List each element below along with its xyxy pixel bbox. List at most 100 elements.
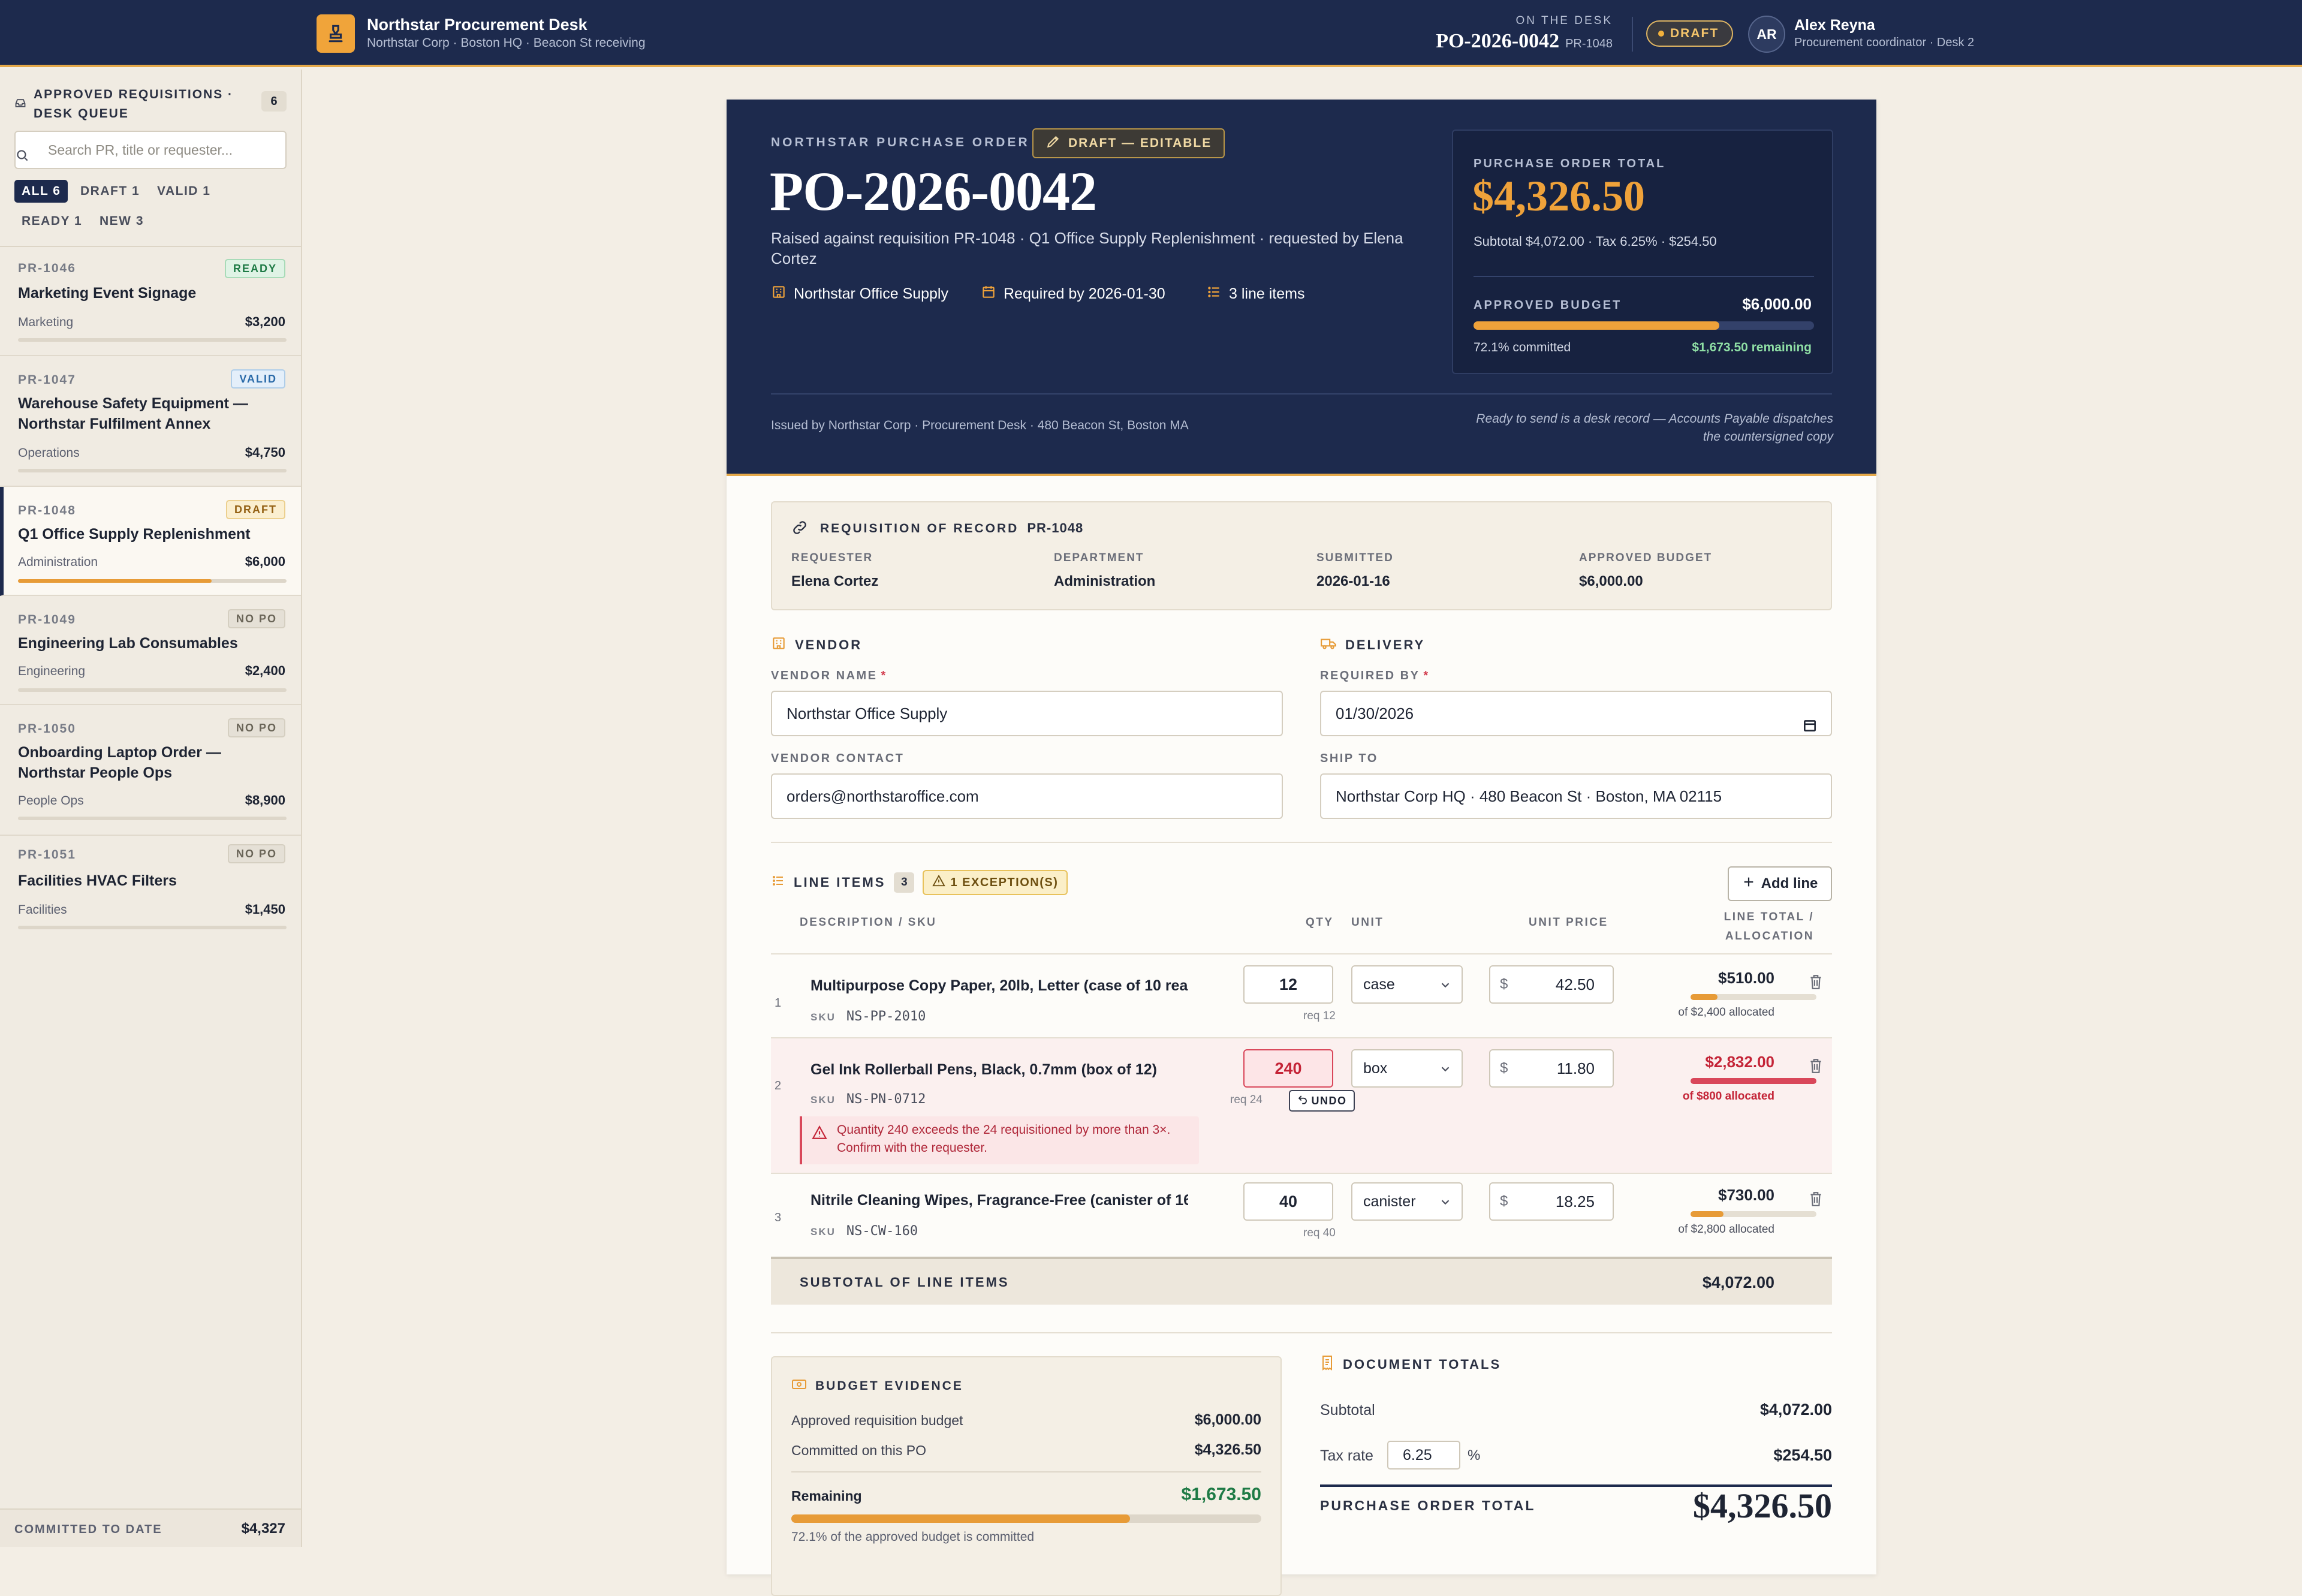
submitted-label: SUBMITTED	[1316, 552, 1394, 564]
queue-item-amount: $4,750	[245, 445, 285, 460]
unit-select[interactable]: canister	[1351, 1182, 1463, 1221]
sku-value: NS-PP-2010	[846, 1009, 926, 1024]
search-box[interactable]	[14, 131, 287, 169]
ship-to-input[interactable]	[1320, 773, 1832, 819]
vendor-name-input[interactable]	[771, 691, 1283, 736]
unit-select[interactable]: case	[1351, 965, 1463, 1004]
building-icon	[771, 636, 787, 655]
queue-item-id: PR-1050	[18, 722, 76, 736]
currency-symbol: $	[1500, 1193, 1508, 1209]
vendor-name-label-text: VENDOR NAME	[771, 669, 878, 682]
exceptions-text: 1 EXCEPTION(S)	[950, 875, 1059, 889]
dt-total-value: $4,326.50	[1693, 1486, 1832, 1525]
row-number: 3	[775, 1211, 782, 1224]
queue-item-amount: $1,450	[245, 902, 285, 917]
unit-price-input[interactable]: $11.80	[1489, 1049, 1614, 1088]
allocation-text: of $2,800 allocated	[1678, 1223, 1774, 1236]
requisition-of-record: REQUISITION OF RECORD PR-1048 REQUESTER E…	[771, 501, 1832, 610]
search-input[interactable]	[47, 138, 275, 162]
vendor-contact-label: VENDOR CONTACT	[771, 752, 905, 765]
chevron-down-icon	[1439, 1184, 1452, 1219]
subtotal-row: SUBTOTAL OF LINE ITEMS $4,072.00	[771, 1257, 1832, 1305]
committed-text: 72.1% committed	[1474, 341, 1571, 354]
divider	[771, 393, 1832, 395]
queue-item-amount: $6,000	[245, 554, 285, 569]
queue-item-id: PR-1046	[18, 261, 76, 275]
filter-valid[interactable]: VALID 1	[150, 180, 218, 203]
unit-value: box	[1363, 1060, 1388, 1077]
queue-item-pr-1046[interactable]: PR-1046 READY Marketing Event Signage Ma…	[0, 247, 301, 356]
queue-item-id: PR-1047	[18, 373, 76, 387]
pencil-icon	[1045, 134, 1061, 153]
unit-price-input[interactable]: $42.50	[1489, 965, 1614, 1004]
trash-icon[interactable]	[1808, 1058, 1824, 1077]
qty-input[interactable]: 12	[1243, 965, 1333, 1004]
chevron-down-icon	[1439, 1050, 1452, 1086]
stamp-logo-icon	[317, 14, 355, 53]
queue-item-pr-1050[interactable]: PR-1050 NO PO Onboarding Laptop Order — …	[0, 705, 301, 836]
requisitioned-qty: req 12	[1303, 1010, 1336, 1022]
queue-item-pr-1049[interactable]: PR-1049 NO PO Engineering Lab Consumable…	[0, 596, 301, 705]
line-total: $510.00	[1718, 969, 1774, 987]
vendor-contact-input[interactable]	[771, 773, 1283, 819]
filter-draft[interactable]: DRAFT 1	[73, 180, 147, 203]
allocation-bar	[1691, 1078, 1816, 1084]
line-item-row-2: 2 Gel Ink Rollerball Pens, Black, 0.7mm …	[771, 1037, 1832, 1173]
calendar-icon[interactable]	[1802, 706, 1818, 749]
add-line-button[interactable]: Add line	[1728, 866, 1832, 901]
subtotal-value: $4,072.00	[1702, 1273, 1774, 1291]
unit-value: canister	[1363, 1193, 1416, 1210]
allocation-bar	[1691, 1211, 1816, 1217]
required-by-value: 01/30/2026	[1336, 704, 1414, 722]
undo-icon	[1297, 1094, 1308, 1108]
filter-ready[interactable]: READY 1	[14, 210, 89, 233]
tax-unit: %	[1468, 1447, 1481, 1463]
filter-all[interactable]: ALL 6	[14, 180, 68, 203]
po-total-breakdown: Subtotal $4,072.00 · Tax 6.25% · $254.50	[1474, 234, 1717, 249]
queue-item-pr-1047[interactable]: PR-1047 VALID Warehouse Safety Equipment…	[0, 356, 301, 487]
tax-rate-input[interactable]: 6.25	[1387, 1441, 1460, 1469]
queue-item-pr-1048[interactable]: PR-1048 DRAFT Q1 Office Supply Replenish…	[0, 487, 301, 596]
approved-budget-label: Approved requisition budget	[791, 1413, 963, 1428]
po-total-card: PURCHASE ORDER TOTAL $4,326.50 Subtotal …	[1452, 130, 1833, 374]
remaining-label: Remaining	[791, 1488, 862, 1504]
queue-heading: APPROVED REQUISITIONS · DESK QUEUE	[34, 88, 234, 121]
trash-icon[interactable]	[1808, 974, 1824, 993]
avatar[interactable]: AR	[1748, 16, 1785, 53]
unit-value: case	[1363, 976, 1395, 993]
budget-evidence-text: BUDGET EVIDENCE	[815, 1379, 963, 1393]
po-header: NORTHSTAR PURCHASE ORDER DRAFT — EDITABL…	[727, 100, 1876, 476]
row-number: 2	[775, 1079, 782, 1092]
required-by-date-input[interactable]: 01/30/2026	[1320, 691, 1832, 736]
delivery-section-text: DELIVERY	[1345, 637, 1426, 652]
undo-button[interactable]: UNDO	[1289, 1090, 1355, 1112]
add-line-label: Add line	[1761, 875, 1818, 892]
unit-select[interactable]: box	[1351, 1049, 1463, 1088]
item-sku: SKU NS-PN-0712	[810, 1091, 926, 1107]
budget-progress-bar	[791, 1514, 1261, 1523]
remaining-value: $1,673.50	[1181, 1484, 1261, 1504]
trash-icon[interactable]	[1808, 1191, 1824, 1210]
item-description: Nitrile Cleaning Wipes, Fragrance-Free (…	[810, 1192, 1188, 1209]
col-qty: QTY	[1306, 916, 1334, 929]
quantity-warning: Quantity 240 exceeds the 24 requisitione…	[800, 1116, 1199, 1164]
queue-item-title: Onboarding Laptop Order — Northstar Peop…	[18, 744, 221, 781]
requisition-pr: PR-1048	[1027, 520, 1084, 535]
warning-icon	[932, 874, 946, 891]
queue-item-dept: Marketing	[18, 315, 74, 329]
budget-evidence-card: BUDGET EVIDENCE Approved requisition bud…	[771, 1356, 1282, 1596]
issued-by: Issued by Northstar Corp · Procurement D…	[771, 418, 1189, 432]
queue-item-progress	[18, 469, 287, 472]
unit-price-input[interactable]: $18.25	[1489, 1182, 1614, 1221]
qty-input[interactable]: 40	[1243, 1182, 1333, 1221]
item-description: Gel Ink Rollerball Pens, Black, 0.7mm (b…	[810, 1061, 1157, 1078]
queue-item-id: PR-1049	[18, 613, 76, 627]
queue-item-pr-1051[interactable]: PR-1051 NO PO Facilities HVAC Filters Fa…	[0, 836, 301, 934]
qty-input[interactable]: 240	[1243, 1049, 1333, 1088]
filter-new[interactable]: NEW 3	[92, 210, 151, 233]
vendor-section-text: VENDOR	[795, 637, 863, 652]
plus-icon	[1742, 875, 1755, 893]
col-line-total-2: ALLOCATION	[1725, 930, 1814, 942]
queue-item-progress	[18, 817, 287, 820]
document-totals-text: DOCUMENT TOTALS	[1343, 1357, 1502, 1372]
